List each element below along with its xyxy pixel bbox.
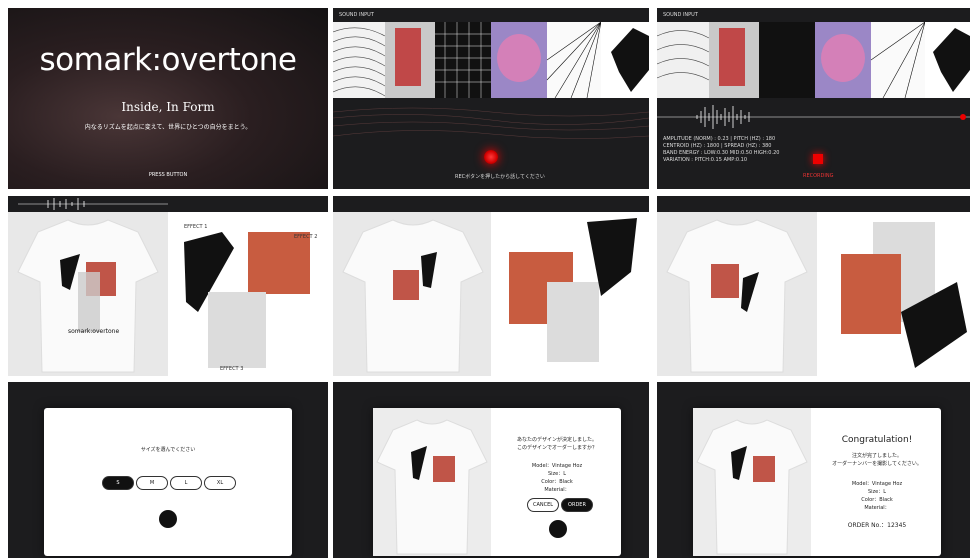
done-line1: 注文が完了しました。 [851, 453, 902, 459]
spec-model: Model：Vintage Hoz [851, 481, 903, 487]
size-modal: サイズを選んでください S M L XL [44, 408, 292, 556]
congrats-heading: Congratulation! [841, 435, 913, 445]
visual-strip [657, 22, 970, 98]
sound-input-screen: SOUND INPUT RECボタンを押したから話してください [333, 8, 649, 189]
tshirt-image [17, 219, 159, 373]
recording-label: RECORDING [803, 173, 834, 179]
metric-variation: VARIATION : PITCH:0.15 AMP:0.10 [663, 157, 748, 163]
effect-3-label: EFFECT 3 [220, 366, 244, 372]
complete-modal: Congratulation! 注文が完了しました。 オーダーナンバーを撮影して… [693, 408, 941, 556]
logo: somark:overtone [39, 42, 297, 78]
design-screen-1: somark:overtone EFFECT 1 EFFECT 2 EFFECT… [8, 196, 328, 376]
spec-model: Model：Vintage Hoz [531, 463, 583, 469]
shirt-area [333, 212, 491, 376]
size-m-button[interactable]: M [136, 476, 168, 490]
rec-button[interactable] [484, 150, 498, 164]
title-screen: somark:overtone Inside, In Form 内なるリズムを起… [8, 8, 328, 189]
recording-screen: SOUND INPUT AMPLITUDE (NORM) : 0.23 | PI… [657, 8, 970, 189]
confirm-line2: このデザインでオーダーしますか？ [516, 445, 597, 451]
metric-band-energy: BAND ENERGY : LOW:0.30 MID:0.50 HIGH:0.2… [663, 150, 780, 156]
confirm-modal: あなたのデザインが決定しました。 このデザインでオーダーしますか？ Model：… [373, 408, 621, 556]
order-button[interactable]: ORDER [561, 498, 593, 512]
confirm-dial[interactable] [159, 510, 177, 528]
metric-centroid: CENTROID (HZ) : 1800 | SPREAD (HZ) : 380 [663, 143, 772, 149]
stop-button[interactable] [813, 154, 823, 164]
header-waveform [18, 198, 168, 210]
press-button-text[interactable]: PRESS BUTTON [8, 172, 328, 178]
complete-screen: Congratulation! 注文が完了しました。 オーダーナンバーを撮影して… [657, 382, 970, 558]
visual-strip [333, 22, 649, 98]
confirm-screen: あなたのデザインが決定しました。 このデザインでオーダーしますか？ Model：… [333, 382, 649, 558]
size-prompt: サイズを選んでください [140, 447, 196, 453]
confirm-line1: あなたのデザインが決定しました。 [516, 437, 597, 443]
final-tshirt-image [693, 408, 811, 556]
sound-input-label: SOUND INPUT [339, 12, 374, 18]
effects-canvas [841, 222, 967, 368]
tshirt-image [342, 219, 484, 373]
tagline: Inside, In Form [121, 100, 215, 114]
cancel-button[interactable]: CANCEL [527, 498, 559, 512]
spec-material: Material： [544, 487, 570, 493]
design-screen-2 [333, 196, 649, 376]
spec-size: Size：L [867, 489, 887, 495]
shirt-area: somark:overtone [8, 212, 168, 376]
size-xl-button[interactable]: XL [204, 476, 236, 490]
spec-color: Color：Black [541, 479, 573, 485]
sound-input-label: SOUND INPUT [663, 12, 698, 18]
done-line2: オーダーナンバーを撮影してください。 [832, 461, 922, 467]
storyboard-grid: somark:overtone Inside, In Form 内なるリズムを起… [8, 8, 970, 558]
header-bar [333, 196, 649, 212]
instruction-text: RECボタンを押したから話してください [455, 174, 545, 180]
metric-amplitude: AMPLITUDE (NORM) : 0.23 | PITCH (HZ) : 1… [663, 136, 776, 142]
subtitle: 内なるリズムを起点に変えて、世界にひとつの自分をまとう。 [84, 124, 252, 131]
order-number: ORDER No.：12345 [847, 522, 907, 529]
final-tshirt-image [373, 408, 491, 556]
effect-2-label: EFFECT 2 [294, 234, 318, 240]
spec-size: Size：L [547, 471, 567, 477]
header-bar [657, 196, 970, 212]
size-select-screen: サイズを選んでください S M L XL [8, 382, 328, 558]
confirm-dial[interactable] [549, 520, 567, 538]
effect-1-label: EFFECT 1 [184, 224, 208, 230]
effects-canvas [509, 218, 637, 362]
spec-color: Color：Black [861, 497, 893, 503]
design-screen-3 [657, 196, 970, 376]
shirt-area [657, 212, 817, 376]
size-s-button[interactable]: S [102, 476, 134, 490]
size-l-button[interactable]: L [170, 476, 202, 490]
shirt-logo: somark:overtone [68, 328, 120, 335]
tshirt-image [666, 219, 808, 373]
spec-material: Material： [864, 505, 890, 511]
